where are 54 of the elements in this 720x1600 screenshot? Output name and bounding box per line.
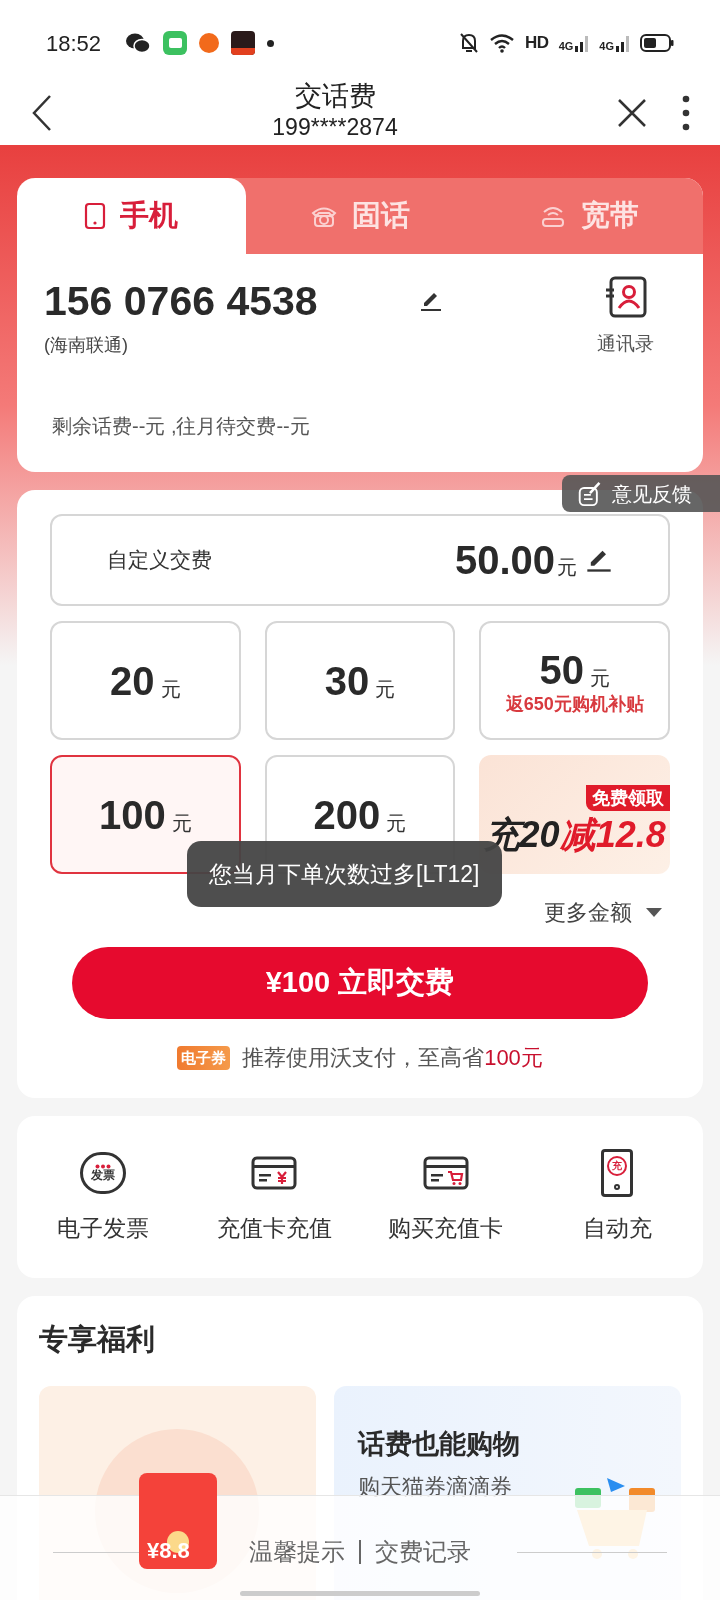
card-icon <box>251 1155 298 1190</box>
message-app-icon <box>163 31 188 55</box>
network-label: 4G <box>558 41 574 52</box>
music-app-icon <box>231 31 256 55</box>
service-item[interactable]: 购买充值卡 <box>360 1148 532 1246</box>
service-item[interactable]: 充值卡充值 <box>188 1148 360 1246</box>
hd-label: HD <box>524 32 549 55</box>
battery-icon <box>640 34 674 52</box>
page-subtitle: 199****2874 <box>272 112 398 141</box>
carrier-label: (海南联通) <box>44 334 129 357</box>
custom-amount-label: 自定义交费 <box>107 547 212 574</box>
shopping-title: 话费也能购物 <box>358 1427 521 1461</box>
coupon-badge: 电子券 <box>177 1045 231 1070</box>
tab[interactable]: 手机 <box>17 178 246 254</box>
pay-button[interactable]: ¥100 立即交费 <box>72 947 648 1019</box>
tablet-icon: 充 <box>601 1148 634 1197</box>
benefits-title: 专享福利 <box>39 1322 156 1357</box>
back-icon[interactable] <box>30 93 54 132</box>
free-claim-badge: 免费领取 <box>586 785 670 811</box>
dropdown-caret-icon <box>646 907 662 918</box>
amount-option[interactable]: 50 元 返650元购机补贴 <box>479 621 670 740</box>
subsidy-note: 返650元购机补贴 <box>505 692 644 715</box>
signal-icon <box>616 34 630 52</box>
balance-text: 剩余话费--元 ,往月待交费--元 <box>51 414 311 439</box>
amount-option[interactable]: 30 元 <box>264 621 456 740</box>
status-time: 18:52 <box>46 29 102 58</box>
close-icon[interactable] <box>616 96 648 129</box>
custom-amount-value: 50.00 <box>454 537 555 584</box>
contacts-button[interactable]: 通讯录 <box>597 276 654 359</box>
custom-amount-field[interactable]: 自定义交费 50.00元 <box>50 514 670 606</box>
records-link[interactable]: 交费记录 <box>375 1534 471 1570</box>
phone-icon <box>84 202 107 230</box>
promo-tile[interactable]: 免费领取 充20减12.8 <box>479 755 670 874</box>
amount-option[interactable]: 20 元 <box>50 621 241 740</box>
chat-app-icon <box>125 32 152 54</box>
feedback-button[interactable]: 意见反馈 <box>562 475 720 512</box>
bell-muted-icon <box>458 32 479 54</box>
invoice-icon: 发票 <box>79 1151 126 1194</box>
card-cart-icon <box>422 1155 469 1190</box>
more-icon[interactable] <box>682 94 690 131</box>
service-item[interactable]: 发票 电子发票 <box>17 1148 189 1246</box>
unit-label: 元 <box>557 555 577 580</box>
envelope-amount: ¥8.8 <box>147 1536 190 1565</box>
phone-number: 156 0766 4538 <box>44 277 319 326</box>
contacts-icon <box>604 276 647 318</box>
more-amounts-button[interactable]: 更多金额 <box>544 896 662 929</box>
payment-tip: 推荐使用沃支付，至高省100元 <box>242 1044 543 1072</box>
signal-icon <box>575 34 590 52</box>
wifi-icon <box>488 33 515 53</box>
service-item[interactable]: 充 自动充 <box>531 1148 703 1246</box>
note-pen-icon <box>578 480 602 507</box>
network-label: 4G <box>599 41 614 52</box>
page-title: 交话费 <box>294 79 376 113</box>
ball-app-icon <box>199 33 220 53</box>
